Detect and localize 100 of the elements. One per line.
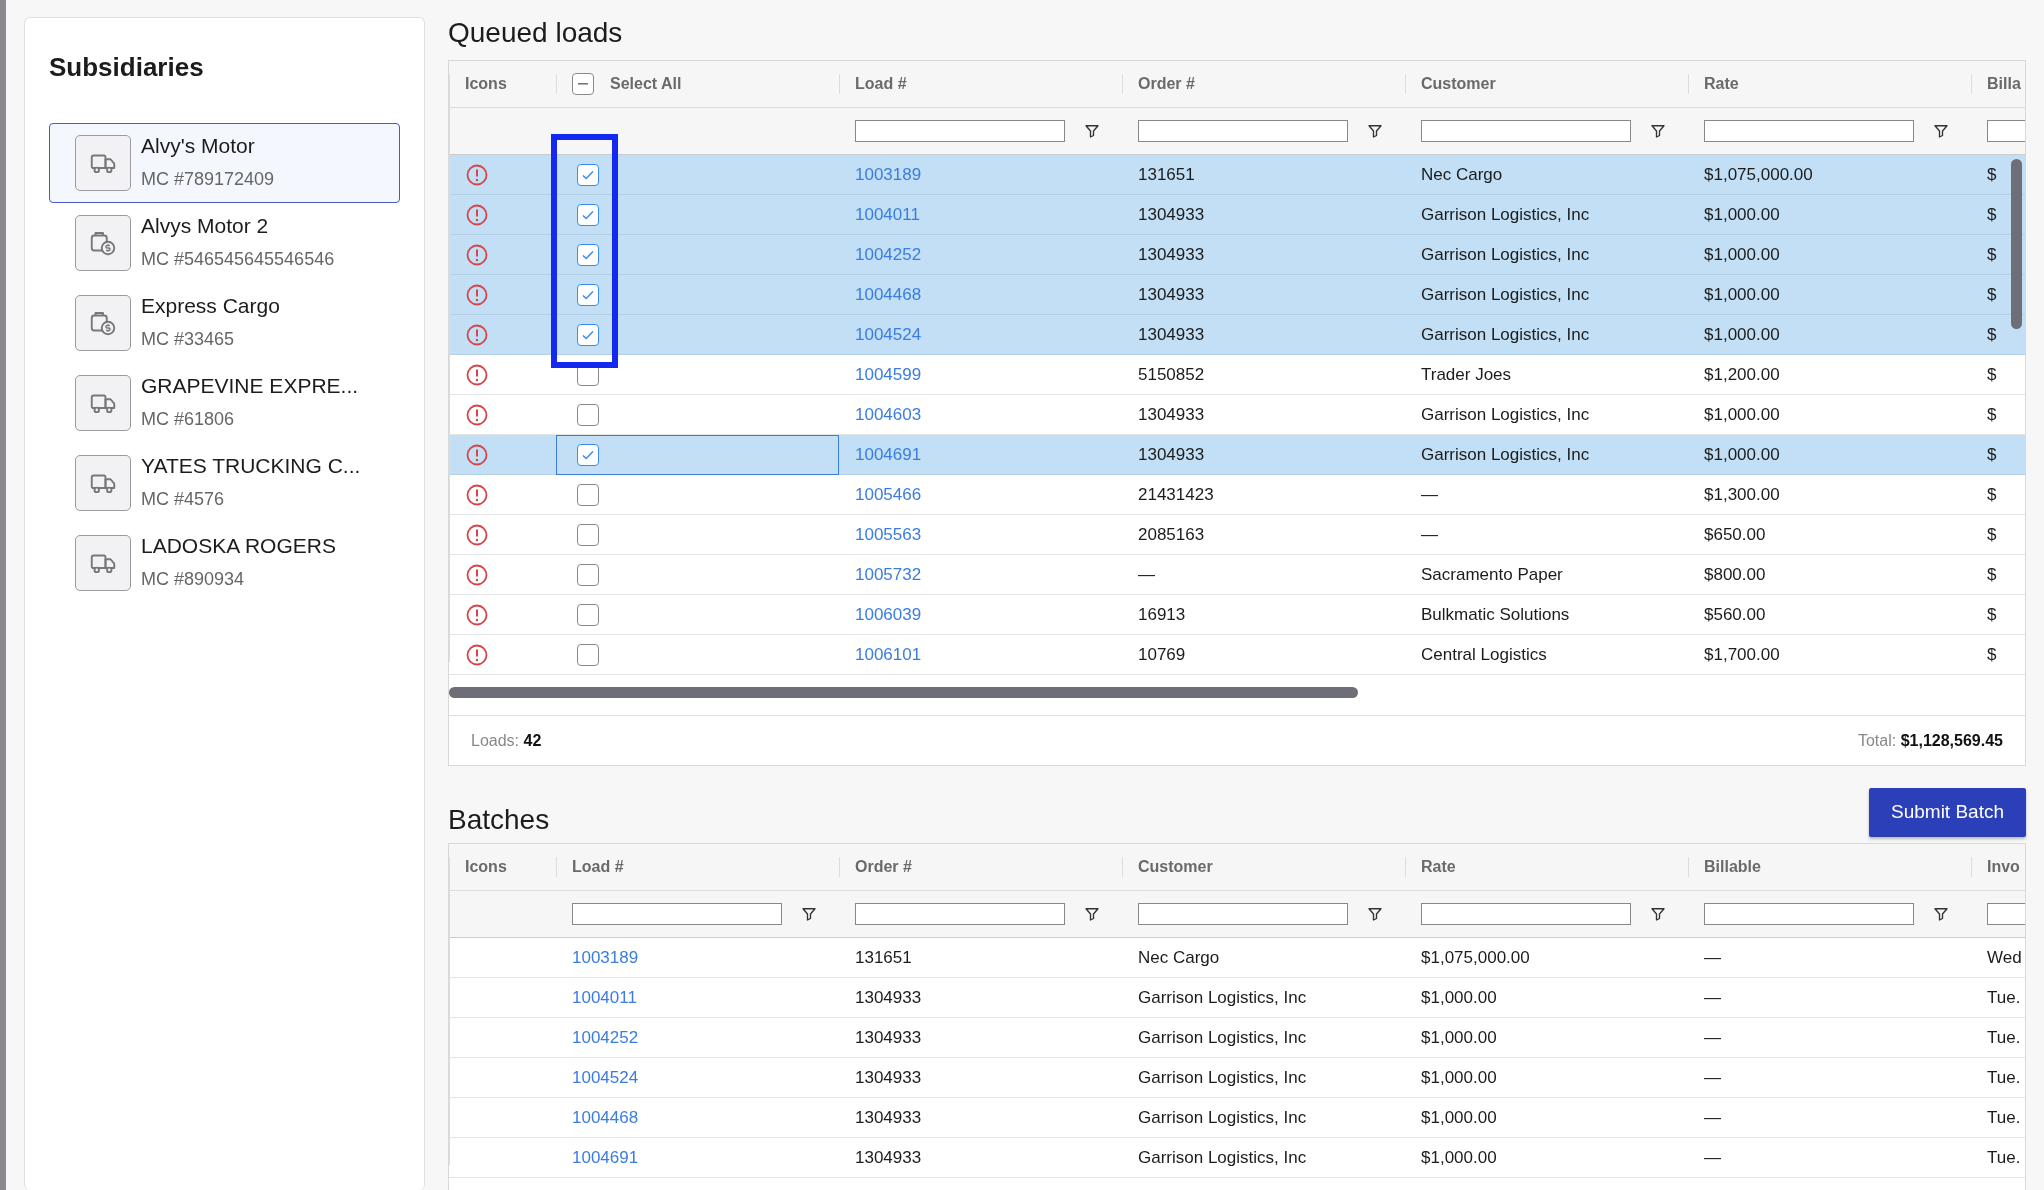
column-header: Icons xyxy=(465,74,507,92)
load-link[interactable]: 1004603 xyxy=(855,404,922,424)
column-header: Invo xyxy=(1987,857,2020,875)
mc-number: MC #546545645546546 xyxy=(141,248,335,272)
load-link[interactable]: 1004468 xyxy=(572,1107,639,1127)
table-cell: $1,075,000.00 xyxy=(1421,947,1530,967)
load-link[interactable]: 1004599 xyxy=(855,364,922,384)
table-cell: Garrison Logistics, Inc xyxy=(1421,204,1590,224)
load-link[interactable]: 1005466 xyxy=(855,484,922,504)
mc-number: MC #4576 xyxy=(141,488,226,512)
table-cell: 10769 xyxy=(1138,644,1186,664)
table-cell: 1304933 xyxy=(855,1107,922,1127)
table-cell: $1,000.00 xyxy=(1421,1027,1497,1047)
load-link[interactable]: 1006039 xyxy=(855,604,922,624)
table-cell: Nec Cargo xyxy=(1421,164,1503,184)
table-cell: $560.00 xyxy=(1704,604,1766,624)
table-cell: 1304933 xyxy=(1138,404,1205,424)
table-cell: Nec Cargo xyxy=(1138,947,1220,967)
table-cell: $1,200.00 xyxy=(1704,364,1780,384)
table-cell: Garrison Logistics, Inc xyxy=(1421,284,1590,304)
table-cell: $1,000.00 xyxy=(1704,404,1780,424)
table-cell: Garrison Logistics, Inc xyxy=(1138,1147,1307,1167)
table-row[interactable]: 1005732 — Sacramento Paper $800.00 $ xyxy=(449,554,2025,595)
table-cell: $ xyxy=(1987,604,1997,624)
table-cell: Tue. xyxy=(1987,1067,2021,1087)
table-row[interactable]: 1006039 16913 Bulkmatic Solutions $560.00 $ xyxy=(449,594,2025,635)
table-cell: 1304933 xyxy=(1138,324,1205,344)
table-cell: $1,000.00 xyxy=(1704,444,1780,464)
table-cell: — xyxy=(1421,524,1438,544)
table-cell: $1,700.00 xyxy=(1704,644,1780,664)
sidebar-item[interactable]: Alvys Motor 2 MC #546545645546546 xyxy=(49,203,400,284)
mc-number: MC #61806 xyxy=(141,408,236,432)
table-cell: $ xyxy=(1987,564,1997,584)
table-row[interactable]: 1005563 2085163 — $650.00 $ xyxy=(449,514,2025,555)
load-link[interactable]: 1005732 xyxy=(855,564,922,584)
sidebar-item[interactable]: YATES TRUCKING C... MC #4576 xyxy=(49,443,400,524)
column-header: Customer xyxy=(1421,74,1496,92)
load-link[interactable]: 1004524 xyxy=(572,1067,639,1087)
table-cell: 21431423 xyxy=(1138,484,1214,504)
table-cell: — xyxy=(1704,1147,1721,1167)
table-cell: $1,000.00 xyxy=(1421,987,1497,1007)
table-cell: Garrison Logistics, Inc xyxy=(1421,404,1590,424)
table-cell: $1,000.00 xyxy=(1704,244,1780,264)
select-all-label: Select All xyxy=(610,73,682,94)
table-cell: $1,000.00 xyxy=(1704,204,1780,224)
load-link[interactable]: 1003189 xyxy=(572,947,639,967)
column-header: Rate xyxy=(1704,74,1739,92)
table-cell: $1,000.00 xyxy=(1421,1107,1497,1127)
table-cell: 131651 xyxy=(855,947,912,967)
company-name: GRAPEVINE EXPRE... xyxy=(141,373,359,399)
table-row[interactable]: 1004603 1304933 Garrison Logistics, Inc $1,000.00 $ xyxy=(449,394,2025,435)
load-link[interactable]: 1004011 xyxy=(572,987,637,1007)
sidebar-item[interactable]: Express Cargo MC #33465 xyxy=(49,283,400,364)
table-cell: Wed xyxy=(1987,947,2022,967)
table-cell: Tue. xyxy=(1987,1027,2021,1047)
table-cell: Garrison Logistics, Inc xyxy=(1421,324,1590,344)
loads-label: Loads: xyxy=(471,731,520,749)
table-cell: Bulkmatic Solutions xyxy=(1421,604,1570,624)
load-link[interactable]: 1004691 xyxy=(572,1147,639,1167)
load-link[interactable]: 1004252 xyxy=(572,1027,639,1047)
sidebar-title: Subsidiaries xyxy=(49,52,205,84)
column-header: Order # xyxy=(855,857,912,875)
sidebar-item[interactable]: Alvy's Motor MC #789172409 xyxy=(49,123,400,204)
table-cell: — xyxy=(1704,1027,1721,1047)
column-header: Customer xyxy=(1138,857,1213,875)
mc-number: MC #33465 xyxy=(141,328,236,352)
table-cell: $1,300.00 xyxy=(1704,484,1780,504)
sidebar-item[interactable]: LADOSKA ROGERS MC #890934 xyxy=(49,523,400,604)
company-name: Alvy's Motor xyxy=(141,133,256,159)
table-cell: Tue. xyxy=(1987,1147,2021,1167)
section-title: Batches xyxy=(448,803,550,837)
load-link[interactable]: 1005563 xyxy=(855,524,922,544)
table-cell: $1,000.00 xyxy=(1704,324,1780,344)
sidebar-item[interactable]: GRAPEVINE EXPRE... MC #61806 xyxy=(49,363,400,444)
table-cell: Central Logistics xyxy=(1421,644,1547,664)
mc-number: MC #789172409 xyxy=(141,168,275,192)
table-cell: $ xyxy=(1987,244,1997,264)
table-cell: — xyxy=(1704,1107,1721,1127)
table-cell: 1304933 xyxy=(1138,244,1205,264)
table-cell: $1,075,000.00 xyxy=(1704,164,1813,184)
table-cell: 1304933 xyxy=(1138,444,1205,464)
total-label: Total: xyxy=(1857,731,1897,749)
table-cell: $ xyxy=(1987,164,1997,184)
table-cell: 2085163 xyxy=(1138,524,1205,544)
submit-batch-button[interactable]: Submit Batch xyxy=(1869,788,2026,837)
table-cell: 5150852 xyxy=(1138,364,1205,384)
load-link[interactable]: 1006101 xyxy=(855,644,922,664)
table-cell: — xyxy=(1704,1067,1721,1087)
table-cell: Garrison Logistics, Inc xyxy=(1138,1107,1307,1127)
table-cell: — xyxy=(1421,484,1438,504)
table-cell: Tue. xyxy=(1987,987,2021,1007)
table-cell: — xyxy=(1704,947,1721,967)
table-cell: — xyxy=(1704,987,1721,1007)
column-header: Order # xyxy=(1138,74,1195,92)
company-name: YATES TRUCKING C... xyxy=(141,453,361,479)
table-cell: Tue. xyxy=(1987,1107,2021,1127)
table-row[interactable]: 1006101 10769 Central Logistics $1,700.00 $ xyxy=(449,634,2025,675)
section-title: Queued loads xyxy=(448,16,624,50)
loads-count: 42 xyxy=(523,731,542,749)
table-cell: Sacramento Paper xyxy=(1421,564,1563,584)
